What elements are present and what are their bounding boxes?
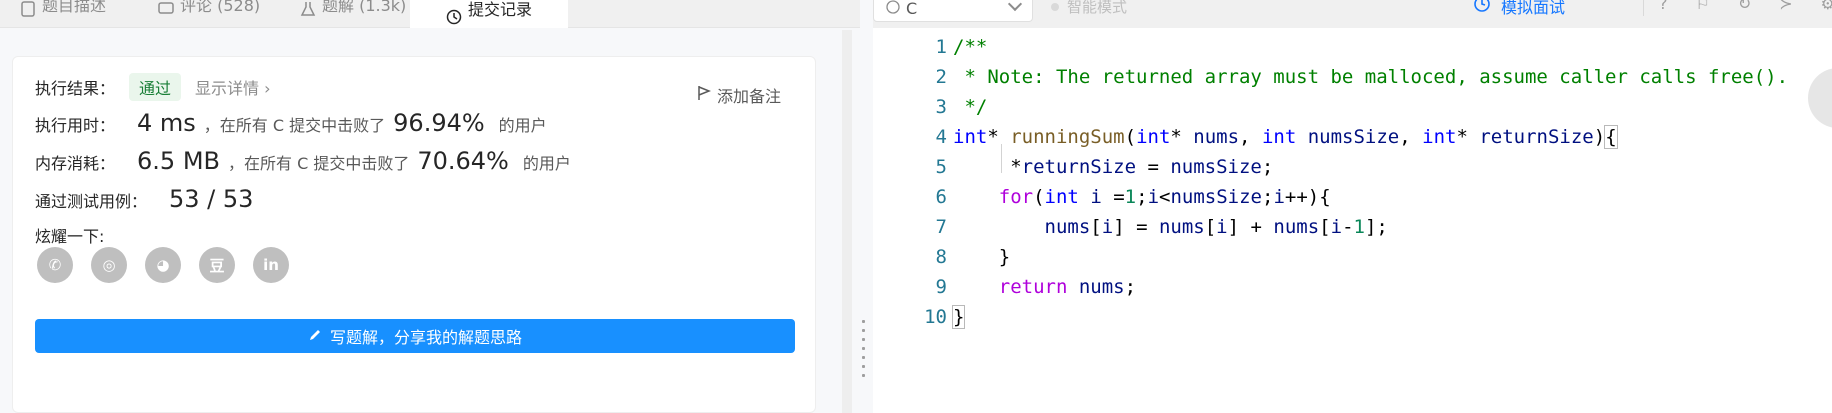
smart-mode-dot (1051, 2, 1059, 11)
console-icon[interactable]: ≻ (1779, 0, 1792, 13)
flask-icon (300, 0, 316, 16)
weibo-icon[interactable]: ◎ (91, 247, 127, 283)
runtime-label: 执行用时： (35, 116, 116, 135)
flag-icon (697, 85, 712, 105)
tests-row: 通过测试用例： 53 / 53 (35, 185, 253, 213)
runtime-value: 4 ms (137, 109, 196, 137)
comment-icon (158, 0, 174, 14)
line-number: 9 (935, 276, 947, 298)
memory-label: 内存消耗： (35, 154, 116, 173)
runtime-tail-text: 的用户 (498, 116, 547, 135)
panel-divider[interactable] (842, 30, 852, 413)
reset-icon[interactable]: ↻ (1738, 0, 1751, 13)
drag-handle[interactable] (862, 320, 866, 380)
code-line: /** (953, 36, 988, 58)
tab-comments-label: 评论 (528) (180, 0, 261, 15)
pencil-icon (308, 327, 322, 346)
linkedin-glyph: in (263, 256, 279, 274)
memory-value: 6.5 MB (137, 147, 220, 175)
line-number: 8 (935, 246, 947, 268)
wechat-icon[interactable]: ✆ (37, 247, 73, 283)
weibo-glyph: ◎ (102, 256, 116, 274)
settings-icon[interactable]: ⚙ (1821, 0, 1832, 13)
tests-label: 通过测试用例： (35, 192, 148, 211)
language-value: C (906, 0, 918, 18)
result-label: 执行结果： (35, 79, 116, 98)
share-label-row: 炫耀一下: (35, 223, 104, 247)
help-icon[interactable]: ? (1659, 0, 1668, 13)
line-number: 2 (935, 66, 947, 88)
tests-value: 53 / 53 (169, 185, 254, 213)
status-badge: 通过 (129, 73, 182, 101)
mock-interview-label: 模拟面试 (1501, 0, 1566, 17)
timer-icon (1473, 0, 1491, 17)
code-line: */ (953, 96, 988, 118)
code-line: for(int i =1;i<numsSize;i++){ (998, 186, 1331, 208)
code-line: } (951, 305, 966, 329)
runtime-row: 执行用时： 4 ms ，在所有 C 提交中击败了 96.94% 的用户 (35, 109, 547, 137)
douban-icon[interactable]: 豆 (199, 247, 235, 283)
line-number: 4 (935, 126, 947, 148)
submission-result-card: 执行结果： 通过 显示详情 › 添加备注 执行用时： 4 ms ，在所有 C 提… (12, 56, 816, 413)
code-line: } (953, 246, 1011, 268)
tab-comments[interactable]: 评论 (528) (158, 0, 260, 20)
tab-bar: 题目描述 评论 (528) 题解 (1.3k) 提交记录 (0, 0, 860, 28)
left-panel: 题目描述 评论 (528) 题解 (1.3k) 提交记录 执行结果： 通过 显示… (0, 0, 860, 413)
memory-tail-text: 的用户 (522, 154, 571, 173)
tab-solutions-label: 题解 (1.3k) (322, 0, 407, 15)
code-line: nums[i] = nums[i] + nums[i-1]; (1044, 216, 1388, 238)
share-icons: ✆ ◎ ◕ 豆 in (37, 247, 289, 283)
tab-submissions-label: 提交记录 (468, 0, 533, 19)
code-editor[interactable]: 1 2 3 4 5 6 7 8 9 10 /** * Note: The ret… (873, 28, 1832, 413)
add-note-label: 添加备注 (716, 87, 781, 106)
runtime-mid-text: ，在所有 C 提交中击败了 (203, 116, 386, 135)
clock-icon (446, 2, 462, 25)
memory-percentile: 70.64% (417, 147, 509, 175)
chevron-down-icon (1007, 0, 1023, 12)
qq-glyph: ◕ (156, 256, 170, 274)
memory-row: 内存消耗： 6.5 MB ，在所有 C 提交中击败了 70.64% 的用户 (35, 147, 571, 175)
result-row: 执行结果： 通过 显示详情 › (35, 73, 271, 101)
code-line: * Note: The returned array must be mallo… (953, 66, 1789, 88)
qq-icon[interactable]: ◕ (145, 247, 181, 283)
show-details-link[interactable]: 显示详情 › (195, 75, 271, 99)
language-select[interactable]: C (873, 0, 1033, 22)
add-note-button[interactable]: 添加备注 (697, 83, 781, 107)
write-solution-label: 写题解，分享我的解题思路 (329, 328, 522, 347)
toolbar-icons: ? ⚐ ↻ ≻ ⚙ (1659, 0, 1832, 13)
code-lines[interactable]: /** * Note: The returned array must be m… (951, 32, 1789, 332)
line-number: 7 (935, 216, 947, 238)
tab-description[interactable]: 题目描述 (20, 0, 106, 20)
tab-description-label: 题目描述 (42, 0, 107, 15)
info-icon (886, 0, 900, 18)
code-line: *returnSize = numsSize; (953, 156, 1274, 178)
smart-mode-label: 智能模式 (1067, 0, 1128, 16)
line-number: 6 (935, 186, 947, 208)
wechat-glyph: ✆ (48, 256, 62, 274)
line-number: 10 (924, 306, 947, 328)
line-number: 3 (935, 96, 947, 118)
tab-submissions[interactable]: 提交记录 (410, 0, 569, 28)
douban-glyph: 豆 (209, 256, 225, 275)
runtime-percentile: 96.94% (393, 109, 485, 137)
code-line: return nums; (998, 276, 1137, 298)
line-number: 5 (935, 156, 947, 178)
code-line: int* runningSum(int* nums, int numsSize,… (953, 125, 1618, 149)
editor-toolbar: C 智能模式 模拟面试 ? ⚐ ↻ ≻ ⚙ (873, 0, 1832, 28)
share-label: 炫耀一下: (35, 227, 105, 246)
flag-icon[interactable]: ⚐ (1696, 0, 1710, 13)
document-icon (20, 0, 36, 17)
mock-interview-button[interactable]: 模拟面试 (1473, 0, 1565, 18)
linkedin-icon[interactable]: in (253, 247, 289, 283)
smart-mode-toggle[interactable]: 智能模式 (1051, 0, 1127, 17)
line-number-gutter: 1 2 3 4 5 6 7 8 9 10 (873, 32, 953, 332)
write-solution-button[interactable]: 写题解，分享我的解题思路 (35, 319, 795, 353)
toolbar-separator (1643, 0, 1644, 16)
tab-solutions[interactable]: 题解 (1.3k) (300, 0, 406, 20)
line-number: 1 (935, 36, 947, 58)
memory-mid-text: ，在所有 C 提交中击败了 (227, 154, 410, 173)
